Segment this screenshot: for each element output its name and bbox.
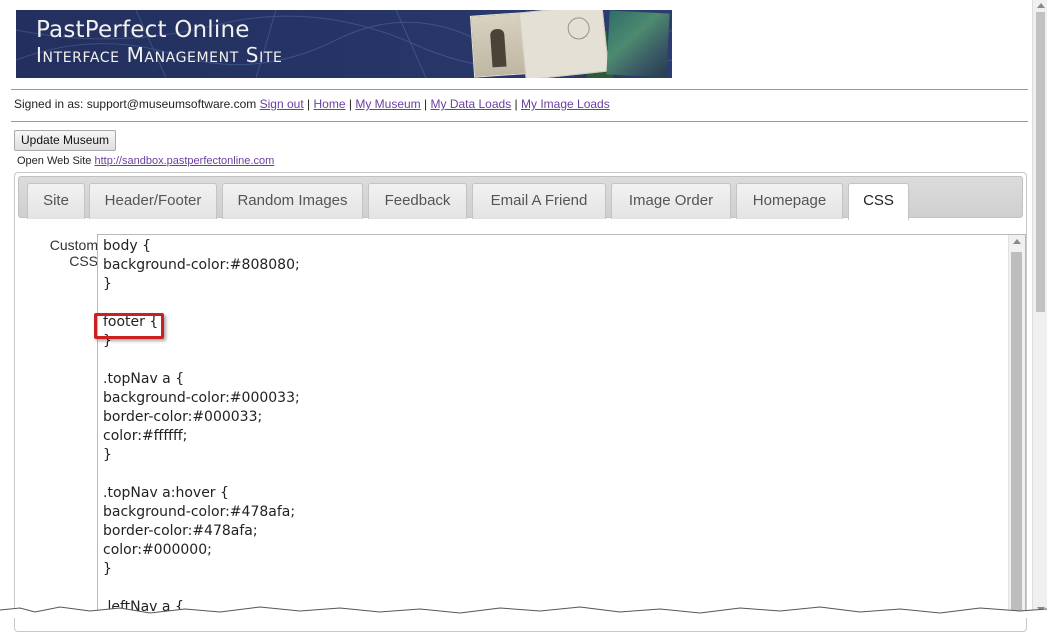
- banner-photo-portrait: [469, 12, 527, 78]
- code-line: body {: [103, 238, 151, 254]
- code-line: }: [103, 561, 112, 577]
- code-line: }: [103, 447, 112, 463]
- code-line: .topNav a {: [103, 371, 185, 387]
- code-line: color:#ffffff;: [103, 428, 188, 444]
- code-line: background-color:#808080;: [103, 257, 300, 273]
- tab-header-footer[interactable]: Header/Footer: [89, 183, 217, 219]
- tab-bar: Site Header/Footer Random Images Feedbac…: [18, 176, 1023, 220]
- code-line: .topNav a:hover {: [103, 485, 229, 501]
- highlight-box: [94, 313, 164, 339]
- custom-css-label: Custom CSS: [49, 237, 98, 269]
- my-image-loads-link[interactable]: My Image Loads: [521, 97, 610, 111]
- custom-css-textarea[interactable]: body {background-color:#808080;} footer {…: [97, 234, 1026, 618]
- tab-homepage[interactable]: Homepage: [736, 183, 843, 219]
- page-scrollbar[interactable]: [1032, 0, 1047, 618]
- update-museum-button[interactable]: Update Museum: [14, 130, 117, 151]
- tab-css[interactable]: CSS: [848, 183, 909, 220]
- signin-bar: Signed in as: support@museumsoftware.com…: [14, 97, 610, 111]
- signout-link[interactable]: Sign out: [260, 97, 304, 111]
- code-line: border-color:#000033;: [103, 409, 263, 425]
- tab-site[interactable]: Site: [27, 183, 85, 219]
- banner-subtitle: Interface Management Site: [36, 43, 283, 67]
- scroll-up-icon[interactable]: [1013, 239, 1021, 244]
- scroll-up-icon[interactable]: [1037, 3, 1045, 8]
- my-museum-link[interactable]: My Museum: [355, 97, 420, 111]
- divider: [11, 121, 1028, 122]
- page: PastPerfect Online Interface Management …: [0, 0, 1032, 632]
- tab-email-a-friend[interactable]: Email A Friend: [472, 183, 606, 219]
- banner-photo-map: [606, 10, 670, 78]
- home-link[interactable]: Home: [314, 97, 346, 111]
- css-code: body {background-color:#808080;} footer {…: [103, 237, 300, 617]
- textarea-scrollbar[interactable]: [1008, 235, 1025, 617]
- code-line: background-color:#000033;: [103, 390, 300, 406]
- my-data-loads-link[interactable]: My Data Loads: [430, 97, 511, 111]
- open-web-site-link[interactable]: http://sandbox.pastperfectonline.com: [94, 155, 274, 167]
- tab-feedback[interactable]: Feedback: [368, 183, 467, 219]
- open-web-site-label: Open Web Site: [17, 155, 92, 167]
- signin-text: Signed in as: support@museumsoftware.com: [14, 97, 257, 111]
- open-web-site: Open Web Site http://sandbox.pastperfect…: [17, 155, 274, 167]
- banner-photo-envelope: [518, 10, 610, 78]
- tab-random-images[interactable]: Random Images: [222, 183, 363, 219]
- divider: [11, 89, 1028, 90]
- code-line: color:#000000;: [103, 542, 212, 558]
- page-scroll-thumb[interactable]: [1036, 12, 1045, 312]
- code-line: background-color:#478afa;: [103, 504, 296, 520]
- code-line: border-color:#478afa;: [103, 523, 258, 539]
- code-line: }: [103, 276, 112, 292]
- banner-title: PastPerfect Online: [36, 17, 250, 43]
- tab-image-order[interactable]: Image Order: [611, 183, 731, 219]
- torn-edge: [0, 606, 1047, 618]
- site-banner: PastPerfect Online Interface Management …: [16, 10, 672, 78]
- textarea-scroll-thumb[interactable]: [1011, 252, 1022, 617]
